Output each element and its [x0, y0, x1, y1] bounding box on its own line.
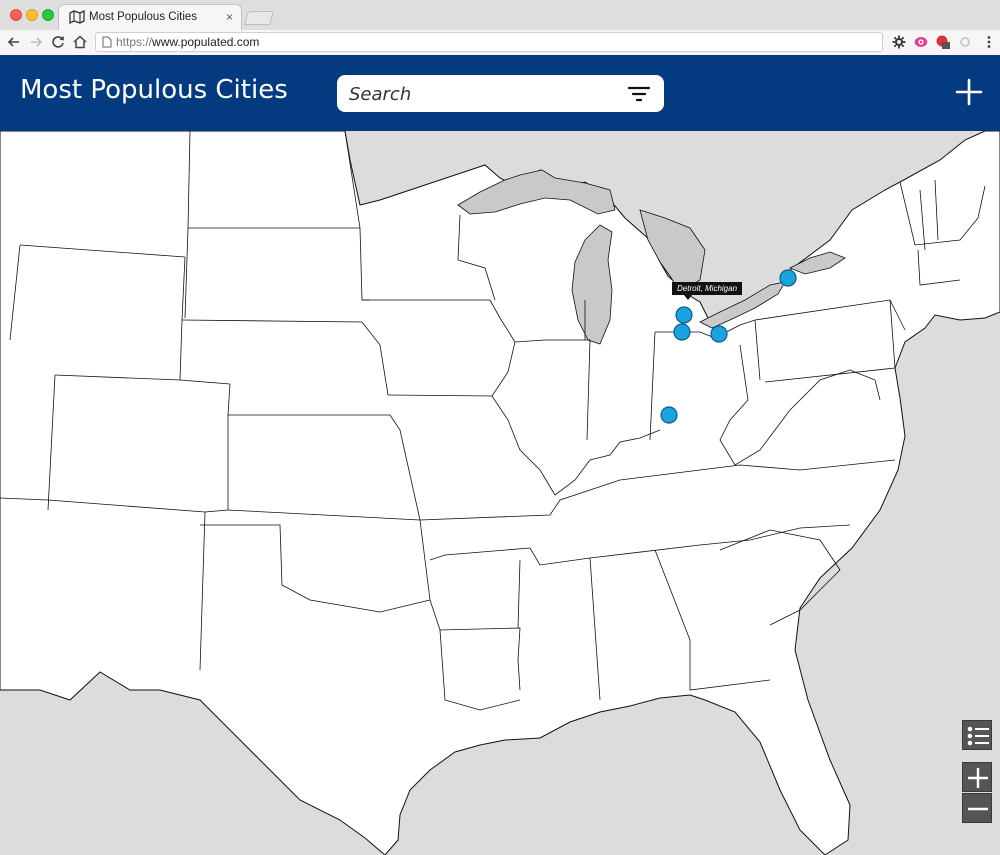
city-marker-louisville[interactable]	[660, 406, 678, 424]
url-host: www.populated.com	[152, 35, 260, 49]
browser-tab-bar: Most Populous Cities ×	[0, 0, 1000, 31]
city-marker-buffalo[interactable]	[779, 269, 797, 287]
tab-close-icon[interactable]: ×	[226, 10, 233, 24]
page-icon	[102, 36, 112, 48]
url-text: https://www.populated.com	[116, 35, 259, 49]
maximize-window-button[interactable]	[42, 9, 54, 21]
zoom-in-button[interactable]	[962, 762, 992, 792]
home-icon[interactable]	[72, 34, 88, 50]
page-title: Most Populous Cities	[20, 75, 288, 105]
legend-button[interactable]	[962, 720, 992, 750]
back-icon[interactable]	[6, 34, 22, 50]
tab-title: Most Populous Cities	[89, 11, 198, 23]
close-window-button[interactable]	[10, 9, 22, 21]
map-icon	[69, 10, 85, 24]
add-icon[interactable]	[955, 78, 983, 106]
gear-icon[interactable]	[892, 35, 906, 49]
filter-icon[interactable]	[628, 85, 650, 103]
reload-icon[interactable]	[50, 34, 66, 50]
new-tab-button[interactable]	[244, 11, 274, 25]
app-header: Most Populous Cities	[0, 55, 1000, 131]
city-marker-toledo[interactable]	[673, 323, 691, 341]
us-landmass	[0, 131, 1000, 855]
browser-tab[interactable]: Most Populous Cities ×	[58, 4, 242, 31]
plus-icon	[968, 768, 988, 788]
eye-icon[interactable]	[914, 35, 928, 49]
map-view[interactable]: Detroit, Michigan	[0, 131, 1000, 855]
extension-gear-icon[interactable]	[958, 35, 972, 49]
url-scheme: https://	[116, 35, 153, 49]
minus-icon	[968, 807, 988, 811]
city-marker-detroit[interactable]	[675, 306, 693, 324]
browser-toolbar: https://www.populated.com	[0, 30, 1000, 56]
city-tooltip: Detroit, Michigan	[672, 282, 743, 300]
forward-icon[interactable]	[28, 34, 44, 50]
minimize-window-button[interactable]	[26, 9, 38, 21]
search-box[interactable]	[337, 75, 664, 112]
list-icon	[967, 726, 989, 746]
search-input[interactable]	[347, 81, 631, 107]
zoom-out-button[interactable]	[962, 793, 992, 823]
notification-extension-icon[interactable]	[936, 35, 950, 49]
us-map[interactable]	[0, 131, 1000, 855]
address-bar[interactable]: https://www.populated.com	[95, 32, 883, 52]
city-marker-cleveland[interactable]	[710, 325, 728, 343]
menu-dots-icon[interactable]	[982, 35, 996, 49]
